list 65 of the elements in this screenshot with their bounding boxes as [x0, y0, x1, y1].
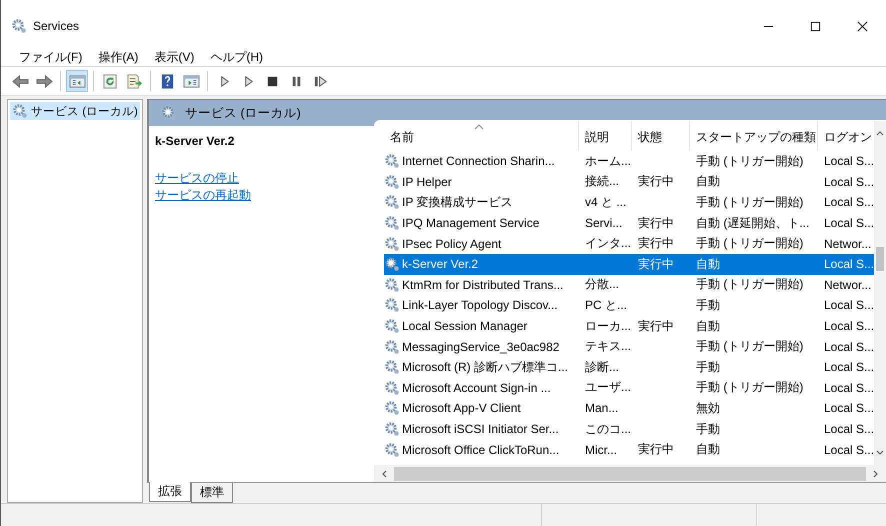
service-row[interactable]: IP 変換構成サービス v4 と ... 手動 (トリガー開始) Local S... — [384, 192, 874, 213]
column-header[interactable]: 状態 — [632, 121, 690, 151]
menu-item[interactable]: 操作(A) — [90, 48, 146, 66]
gears-icon — [384, 174, 400, 190]
close-icon[interactable] — [857, 20, 868, 32]
gears-icon — [384, 400, 400, 416]
service-row[interactable]: MessagingService_3e0ac982 テキス... 手動 (トリガー開始) Local S... — [384, 336, 874, 357]
column-header[interactable]: 説明 — [579, 121, 632, 151]
scroll-up-icon[interactable] — [875, 129, 885, 137]
gears-icon — [384, 256, 400, 272]
forward-arrow-icon[interactable] — [36, 74, 52, 88]
scroll-left-icon[interactable] — [380, 468, 388, 478]
gears-icon — [384, 359, 400, 376]
gears-icon — [384, 442, 400, 458]
column-header[interactable]: 名前 — [384, 121, 579, 151]
service-name: k-Server Ver.2 — [155, 134, 236, 148]
menu-item[interactable]: 表示(V) — [146, 48, 202, 66]
gears-icon — [384, 153, 400, 170]
menu-item[interactable]: ヘルプ(H) — [202, 48, 271, 66]
panel-icon[interactable] — [182, 74, 200, 88]
window-title: Services — [33, 19, 80, 33]
service-link[interactable]: サービスの停止 — [155, 170, 239, 187]
gears-icon — [11, 18, 27, 34]
service-row[interactable]: Link-Layer Topology Discov... PC と... 手動 Local S... — [384, 295, 874, 316]
service-row[interactable]: k-Server Ver.2 実行中 自動 Local S... — [384, 254, 874, 275]
gears-icon — [384, 338, 400, 355]
back-arrow-icon[interactable] — [12, 74, 28, 88]
service-row[interactable]: Microsoft Account Sign-in ... ユーザ... 手動 (トリガー開始) Local S... — [384, 378, 874, 398]
service-row[interactable]: Internet Connection Sharin... ホーム... 手動 (トリガー開始) Local S... — [384, 151, 874, 172]
service-row[interactable]: KtmRm for Distributed Trans... 分散... 手動 (トリガー開始) Networ... — [384, 274, 874, 296]
tree-item[interactable]: サービス (ローカル) — [10, 102, 140, 120]
gears-icon — [384, 215, 400, 232]
scroll-thumb[interactable] — [876, 247, 884, 271]
service-row[interactable]: Local Session Manager ローカ... 実行中 自動 Local S... — [384, 316, 874, 336]
panel-title: サービス (ローカル) — [185, 104, 301, 122]
gears-icon — [384, 276, 400, 293]
column-header[interactable]: スタートアップの種類 — [690, 121, 818, 151]
service-row[interactable]: Microsoft App-V Client Man... 無効 Local S... — [384, 398, 874, 419]
menu-item[interactable]: ファイル(F) — [11, 48, 90, 66]
scroll-down-icon[interactable] — [875, 449, 885, 457]
gears-icon — [384, 318, 400, 334]
gears-icon — [384, 236, 400, 252]
gears-icon — [384, 297, 400, 314]
view-tab[interactable]: 拡張 — [149, 482, 191, 502]
maximize-icon[interactable] — [810, 20, 821, 32]
panel-icon[interactable] — [68, 74, 86, 88]
service-row[interactable]: Microsoft iSCSI Initiator Ser... このコ... 手動 Local S... — [384, 418, 874, 440]
service-row[interactable]: IPQ Management Service Servi... 実行中 自動 (遅延開始、ト... Local S... — [384, 212, 874, 234]
horizontal-scrollbar[interactable] — [374, 465, 886, 482]
gears-icon — [12, 103, 28, 119]
service-row[interactable]: IPsec Policy Agent インタ... 実行中 手動 (トリガー開始) Networ... — [384, 233, 874, 254]
view-tab[interactable]: 標準 — [191, 483, 233, 503]
refresh-icon[interactable] — [102, 74, 118, 88]
service-row[interactable]: IP Helper 接続... 実行中 自動 Local S... — [384, 172, 874, 192]
service-row[interactable]: Microsoft (R) 診断ハブ標準コ... 診断... 手動 Local S... — [384, 356, 874, 378]
gears-icon — [384, 421, 400, 438]
gears-icon — [384, 194, 400, 210]
vertical-scrollbar[interactable] — [874, 121, 886, 465]
gears-icon — [384, 380, 400, 396]
gears-icon — [161, 105, 177, 121]
export-list-icon[interactable] — [126, 74, 142, 88]
service-link[interactable]: サービスの再起動 — [155, 187, 251, 204]
scroll-right-icon[interactable] — [872, 468, 880, 478]
service-row[interactable]: Microsoft Office ClickToRun... Micr... 実行中 自動 Local S... — [384, 439, 874, 460]
scroll-thumb[interactable] — [394, 466, 866, 480]
